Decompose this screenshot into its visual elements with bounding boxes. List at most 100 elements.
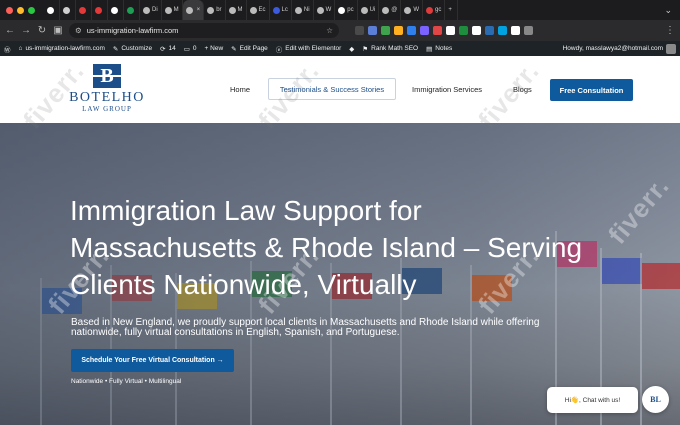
browser-tab[interactable]: Lc (270, 0, 292, 20)
wp-notes-link[interactable]: ▤ Notes (426, 45, 452, 53)
browser-tab[interactable] (108, 0, 124, 20)
wp-elementor-label: Edit with Elementor (285, 45, 342, 52)
wp-rankmath-link[interactable]: ⚑ Rank Math SEO (362, 45, 418, 53)
tab-favicon-icon (79, 6, 86, 14)
browser-tab[interactable]: Ni (292, 0, 314, 20)
browser-tab[interactable] (76, 0, 92, 20)
site-logo[interactable]: B BOTELHO LAW GROUP (62, 64, 152, 116)
extension-icon[interactable] (368, 26, 377, 35)
maximize-window-button[interactable] (28, 6, 35, 14)
nav-testimonials[interactable]: Testimonials & Success Stories (268, 78, 396, 100)
window-controls (0, 6, 44, 14)
extension-icon[interactable] (394, 26, 403, 35)
wp-edit-page-label: Edit Page (239, 45, 268, 52)
extension-icon[interactable] (511, 26, 520, 35)
browser-tab[interactable]: Di (140, 0, 162, 20)
tab-label: Di (152, 7, 158, 13)
tab-label: Ec (258, 7, 266, 13)
bookmark-star-icon[interactable]: ☆ (326, 26, 333, 35)
wp-diamond-icon[interactable]: ◆ (349, 45, 354, 53)
browser-tab[interactable]: gc (423, 0, 446, 20)
tab-search-icon[interactable]: ⌄ (664, 5, 672, 16)
wp-customize-link[interactable]: ✎ Customize (113, 45, 152, 53)
chat-bubble-text: Hi👋, Chat with us! (564, 397, 621, 404)
free-consultation-label: Free Consultation (559, 85, 624, 95)
extension-icon[interactable] (355, 26, 364, 35)
extension-icon[interactable] (498, 26, 507, 35)
site-header: B BOTELHO LAW GROUP Home Testimonials & … (0, 56, 680, 123)
user-avatar (666, 43, 676, 54)
address-bar[interactable]: ⚙ us-immigration-lawfirm.com ☆ (69, 23, 339, 38)
close-window-button[interactable] (6, 6, 13, 14)
wp-comments-count: 0 (192, 45, 197, 52)
extension-icon[interactable] (420, 26, 429, 35)
schedule-consultation-label: Schedule Your Free Virtual Consultation … (81, 357, 224, 364)
browser-tab[interactable] (44, 0, 60, 20)
browser-tab[interactable]: @ (379, 0, 402, 20)
hero-section: Immigration Law Support for Massachusett… (0, 123, 680, 425)
browser-tab[interactable]: × (182, 0, 205, 20)
wp-logo-icon[interactable]: Ⓦ (4, 44, 11, 54)
browser-tab[interactable]: pc (335, 0, 358, 20)
nav-home[interactable]: Home (230, 85, 250, 94)
wp-edit-page-link[interactable]: ✎ Edit Page (231, 45, 268, 53)
tab-bar-controls: ⌄ (664, 5, 680, 16)
chat-launcher-icon[interactable]: BL (642, 386, 669, 413)
chat-bubble[interactable]: Hi👋, Chat with us! (547, 387, 638, 413)
extension-icon[interactable] (472, 26, 481, 35)
extension-icon[interactable] (485, 26, 494, 35)
sidebar-icon[interactable]: ▣ (53, 25, 63, 36)
wp-site-link[interactable]: ⌂ us-immigration-lawfirm.com (19, 45, 105, 52)
back-icon[interactable]: ← (5, 25, 15, 36)
browser-tab[interactable] (92, 0, 108, 20)
browser-tab[interactable]: W (401, 0, 424, 20)
new-tab-button[interactable]: + (445, 0, 459, 20)
menu-kebab-icon[interactable]: ⋮ (665, 25, 675, 36)
extension-icon[interactable] (407, 26, 416, 35)
reload-icon[interactable]: ↻ (37, 25, 47, 36)
tab-favicon-icon (111, 6, 118, 14)
extension-icon[interactable] (433, 26, 442, 35)
tab-favicon-icon (294, 6, 302, 14)
minimize-window-button[interactable] (17, 6, 24, 14)
wp-howdy-menu[interactable]: Howdy, masslawya2@hotmail.com (563, 43, 676, 54)
browser-tab[interactable]: br (204, 0, 226, 20)
wp-updates-count: 14 (168, 45, 176, 52)
browser-tab[interactable] (60, 0, 76, 20)
browser-tab[interactable]: W (314, 0, 336, 20)
extension-icon[interactable] (524, 26, 533, 35)
wp-notes-label: Notes (435, 45, 453, 52)
browser-tab[interactable]: Ui (358, 0, 380, 20)
tab-label: gc (435, 7, 442, 13)
wp-new-link[interactable]: + New (205, 45, 224, 52)
tab-label: Ui (369, 7, 376, 13)
browser-tab[interactable]: M (226, 0, 247, 20)
site-info-icon[interactable]: ⚙ (75, 26, 82, 35)
wp-elementor-link[interactable]: ⓔ Edit with Elementor (276, 44, 342, 54)
extension-icon[interactable] (381, 26, 390, 35)
tab-favicon-icon (164, 6, 172, 14)
browser-tab[interactable] (124, 0, 140, 20)
browser-toolbar: ← → ↻ ▣ ⚙ us-immigration-lawfirm.com ☆ ⋮ (0, 20, 680, 41)
wp-updates-link[interactable]: ⟳ 14 (160, 45, 176, 53)
url-text: us-immigration-lawfirm.com (86, 26, 179, 35)
logo-subtitle: LAW GROUP (82, 105, 132, 113)
nav-immigration-services[interactable]: Immigration Services (412, 85, 482, 94)
tab-label: @ (391, 7, 398, 13)
nav-testimonials-label: Testimonials & Success Stories (279, 84, 385, 94)
browser-tab[interactable]: M (162, 0, 183, 20)
extension-icon[interactable] (459, 26, 468, 35)
schedule-consultation-button[interactable]: Schedule Your Free Virtual Consultation … (71, 349, 234, 372)
close-tab-icon[interactable]: × (197, 7, 201, 13)
tab-favicon-icon (143, 6, 150, 14)
wp-comments-link[interactable]: ▭ 0 (184, 45, 197, 53)
extension-icon[interactable] (446, 26, 455, 35)
tab-label: Lc (281, 7, 288, 13)
hero-title: Immigration Law Support for Massachusett… (70, 195, 583, 300)
free-consultation-button[interactable]: Free Consultation (550, 79, 633, 101)
nav-blogs[interactable]: Blogs (513, 85, 532, 94)
browser-tab[interactable]: Ec (247, 0, 270, 20)
tab-favicon-icon (404, 6, 412, 14)
forward-icon[interactable]: → (21, 25, 31, 36)
hero-description: Based in New England, we proudly support… (71, 317, 540, 338)
